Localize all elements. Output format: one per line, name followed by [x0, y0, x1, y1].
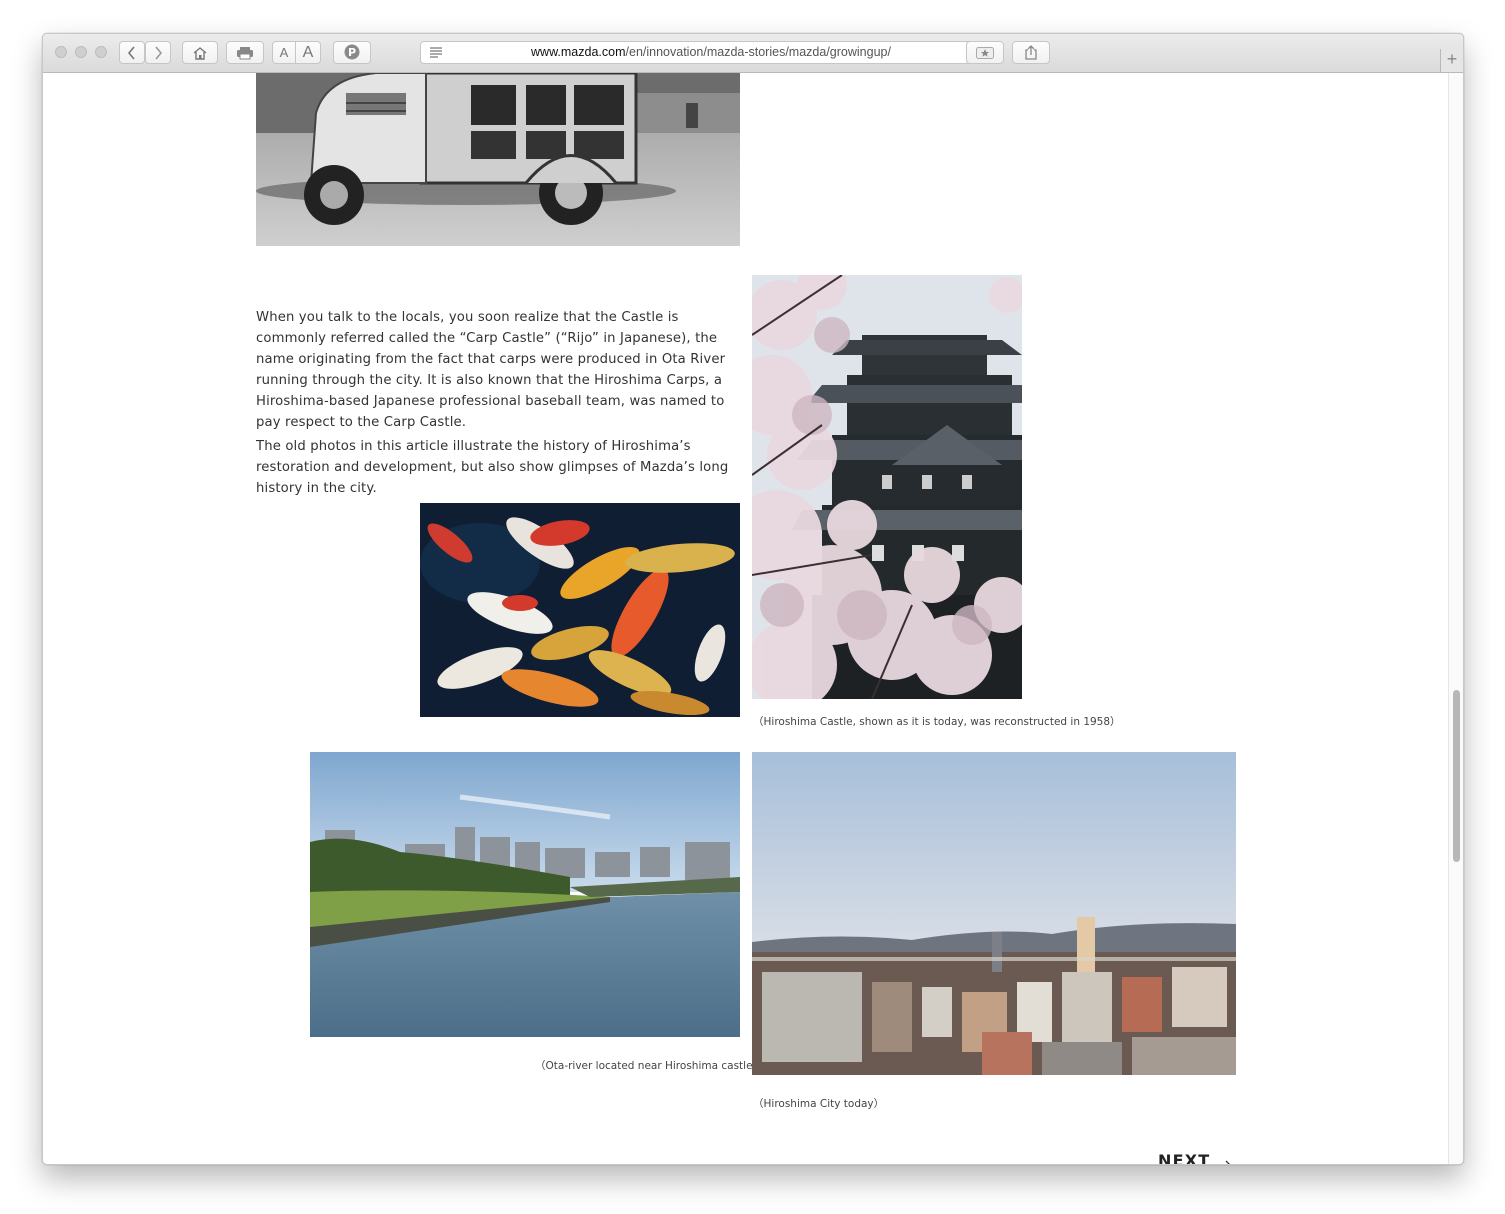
city-caption: （Hiroshima City today） — [753, 1098, 885, 1110]
scrollbar-thumb[interactable] — [1453, 690, 1460, 862]
pinterest-button[interactable]: P — [333, 41, 371, 64]
castle-caption: （Hiroshima Castle, shown as it is today,… — [753, 716, 1121, 728]
browser-toolbar: A A P www.mazda.com/en/innovation/mazda-… — [43, 34, 1463, 73]
text-bigger-button[interactable]: A — [295, 41, 321, 64]
next-link[interactable]: NEXT — [1158, 1151, 1233, 1165]
ota-river-photo — [310, 752, 740, 1037]
new-tab-button[interactable]: + — [1440, 49, 1463, 72]
vintage-three-wheeler-photo — [256, 73, 740, 246]
article-paragraph-old-photos: The old photos in this article illustrat… — [256, 439, 729, 496]
hiroshima-city-photo — [752, 752, 1236, 1075]
home-button[interactable] — [182, 41, 218, 64]
minimize-window-button[interactable] — [75, 46, 87, 58]
bookmark-button[interactable] — [966, 41, 1004, 64]
bookmark-star-icon — [976, 47, 994, 59]
printer-icon — [237, 47, 253, 60]
svg-text:P: P — [348, 46, 356, 59]
browser-window: A A P www.mazda.com/en/innovation/mazda-… — [42, 33, 1464, 1165]
pinterest-icon: P — [344, 44, 360, 60]
chevron-left-icon — [127, 46, 135, 60]
vertical-scrollbar[interactable] — [1448, 73, 1463, 1164]
koi-carp-photo — [420, 503, 740, 717]
page-content: When you talk to the locals, you soon re… — [43, 73, 1463, 1164]
text-smaller-button[interactable]: A — [272, 41, 296, 64]
home-icon — [193, 47, 207, 60]
share-button[interactable] — [1012, 41, 1050, 64]
url-path: /en/innovation/mazda-stories/mazda/growi… — [625, 45, 891, 59]
hiroshima-castle-photo — [752, 275, 1022, 699]
url-text: www.mazda.com/en/innovation/mazda-storie… — [421, 45, 1001, 59]
river-caption: （Ota-river located near Hiroshima castle… — [535, 1060, 764, 1072]
url-domain: www.mazda.com — [531, 45, 626, 59]
print-button[interactable] — [226, 41, 264, 64]
back-button[interactable] — [119, 41, 145, 64]
address-bar[interactable]: www.mazda.com/en/innovation/mazda-storie… — [420, 41, 1002, 64]
chevron-right-icon — [155, 46, 163, 60]
close-window-button[interactable] — [55, 46, 67, 58]
article-paragraph-carp-castle: When you talk to the locals, you soon re… — [256, 310, 726, 430]
share-icon — [1025, 45, 1037, 60]
chevron-right-icon — [1225, 1160, 1231, 1164]
zoom-window-button[interactable] — [95, 46, 107, 58]
next-label: NEXT — [1158, 1151, 1211, 1165]
forward-button[interactable] — [145, 41, 171, 64]
